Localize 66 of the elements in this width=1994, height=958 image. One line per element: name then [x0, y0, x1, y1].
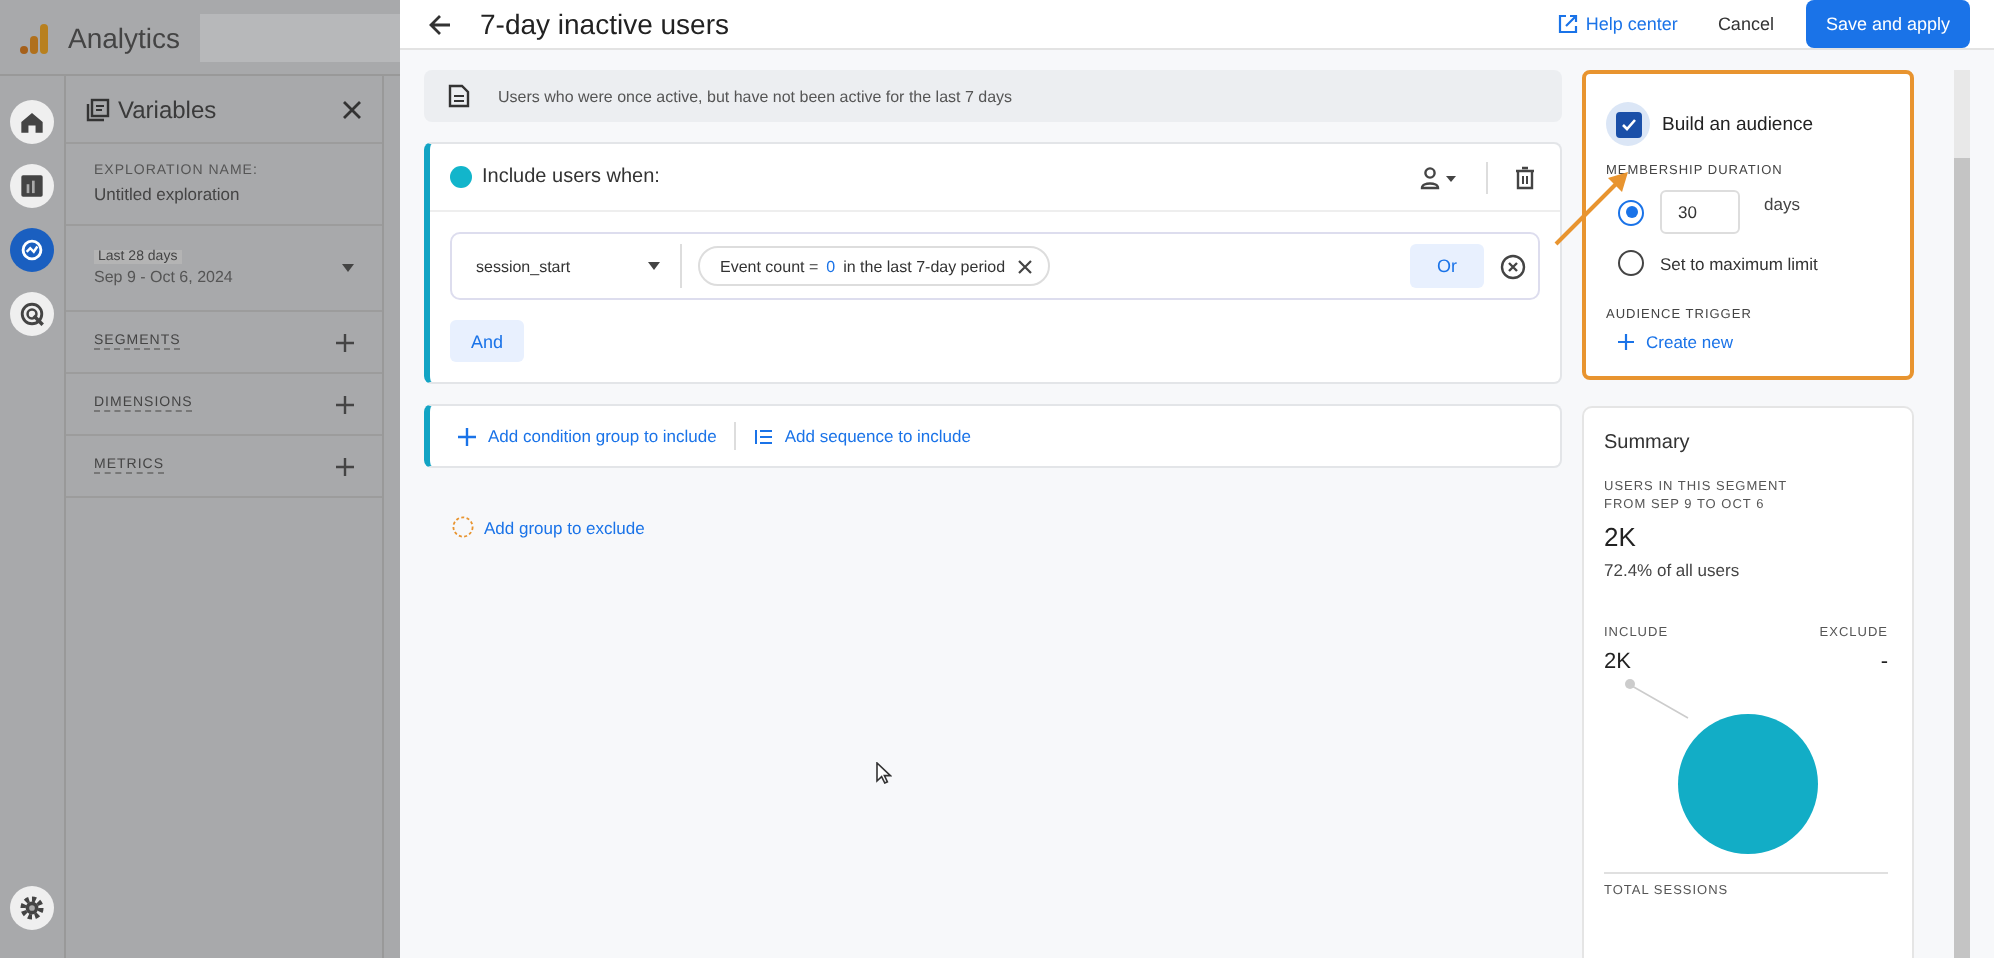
add-condition-group-button[interactable]: Add condition group to include — [458, 426, 717, 446]
filter-chip[interactable]: Event count = 0 in the last 7-day period — [698, 246, 1050, 286]
add-exclude-group-button[interactable]: Add group to exclude — [452, 516, 645, 538]
close-icon — [1017, 259, 1032, 273]
unit-label: days — [1764, 194, 1800, 214]
list-icon — [754, 427, 773, 445]
exclude-value: - — [1880, 650, 1888, 674]
users-share: 72.4% of all users — [1604, 560, 1742, 580]
radio-button[interactable] — [1618, 199, 1644, 225]
reports-icon — [16, 170, 48, 202]
settings-icon — [16, 892, 48, 924]
days-input-field[interactable]: 30 — [1660, 190, 1740, 234]
date-range-value: Sep 9 - Oct 6, 2024 — [94, 268, 235, 286]
add-button[interactable] — [336, 333, 354, 351]
description-text: Users who were once active, but have not been active for the last 7 days — [498, 87, 1013, 105]
person-dropdown-icon[interactable] — [1420, 165, 1460, 189]
plus-icon — [336, 395, 354, 413]
document-icon — [448, 84, 470, 108]
plus-icon — [1618, 334, 1634, 350]
add-sequence-button[interactable]: Add sequence to include — [754, 426, 971, 446]
save-and-apply-button[interactable]: Save and apply — [1805, 0, 1970, 48]
explore-icon — [16, 234, 48, 266]
dropdown-caret-icon — [648, 262, 660, 270]
app-name: Analytics — [68, 21, 181, 53]
audience-checkbox[interactable] — [1615, 111, 1641, 137]
remove-filter-button[interactable] — [1017, 259, 1032, 273]
dropdown-caret-icon[interactable] — [342, 264, 354, 272]
external-link-icon — [1557, 14, 1578, 34]
scrollbar-thumb[interactable] — [1954, 158, 1970, 958]
trash-icon[interactable] — [1514, 165, 1536, 189]
plus-icon — [336, 457, 354, 475]
group-title: Include users when: — [482, 166, 662, 188]
help-center-link[interactable]: Help center — [1557, 14, 1678, 34]
settings-nav-button[interactable] — [10, 886, 54, 930]
add-button[interactable] — [336, 457, 354, 475]
bar-chart-logo-icon — [16, 19, 52, 55]
close-button[interactable] — [342, 99, 362, 119]
stacked-pages-icon — [86, 97, 110, 121]
plus-icon — [336, 333, 354, 351]
users-count: 2K — [1604, 522, 1638, 552]
event-dropdown[interactable]: session_start — [476, 244, 682, 288]
group-dot-icon — [450, 166, 472, 188]
plus-icon — [458, 427, 476, 445]
circled-x-icon[interactable] — [1500, 253, 1526, 279]
mouse-cursor-icon — [876, 762, 892, 784]
cancel-button[interactable]: Cancel — [1705, 12, 1786, 36]
dialog-title: 7-day inactive users — [480, 8, 732, 40]
reports-nav-button[interactable] — [10, 164, 54, 208]
include-value: 2K — [1604, 650, 1631, 674]
dashed-circle-icon — [452, 516, 474, 538]
summary-title: Summary — [1604, 432, 1692, 454]
panel-title: Variables — [118, 95, 219, 123]
radio-button[interactable] — [1618, 250, 1644, 276]
back-arrow-icon — [428, 13, 452, 35]
add-button[interactable] — [336, 395, 354, 413]
exploration-name: Untitled exploration — [94, 184, 242, 204]
home-nav-button[interactable] — [10, 100, 54, 144]
or-button[interactable]: Or — [1410, 244, 1484, 288]
checkbox-label: Build an audience — [1662, 113, 1814, 135]
explore-nav-button[interactable] — [10, 228, 54, 272]
radio-label: Set to maximum limit — [1660, 253, 1818, 273]
create-new-button[interactable]: Create new — [1606, 332, 1733, 352]
close-icon — [342, 99, 362, 119]
and-button[interactable]: And — [450, 320, 524, 362]
checkmark-icon — [1619, 115, 1637, 133]
back-button[interactable] — [428, 13, 452, 35]
